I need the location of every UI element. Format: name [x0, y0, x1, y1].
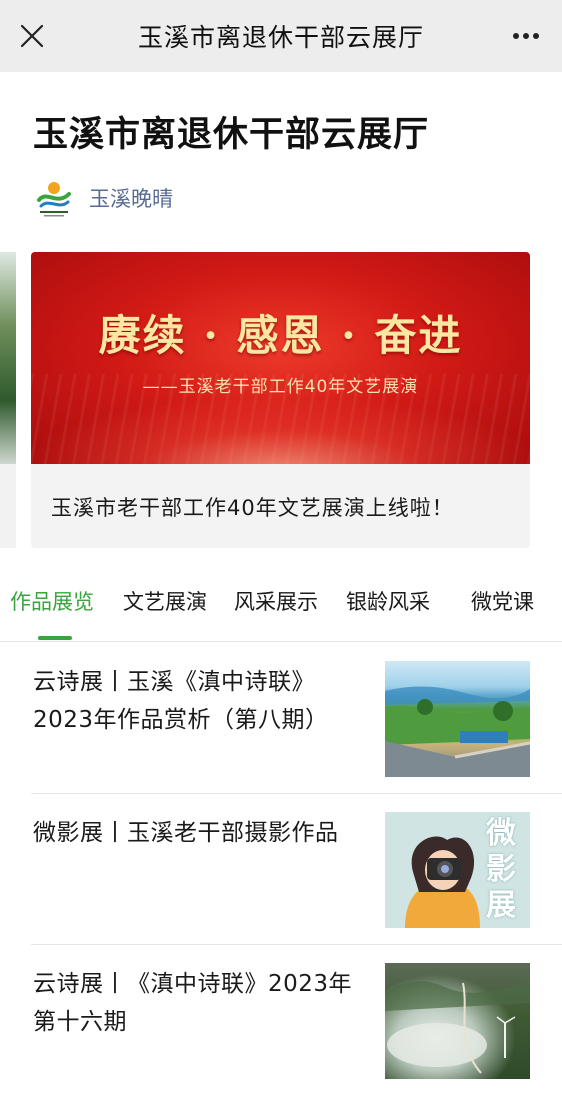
account-name: 玉溪晚晴	[89, 187, 173, 211]
list-item-thumbnail: 微影展	[385, 812, 530, 928]
close-icon[interactable]	[16, 20, 48, 52]
account-logo-icon	[37, 182, 71, 217]
list-item[interactable]: 云诗展丨玉溪《滇中诗联》2023年作品赏析（第八期）	[0, 643, 562, 793]
tab-silver-age[interactable]: 银龄风采	[346, 586, 430, 616]
topbar-title: 玉溪市离退休干部云展厅	[137, 23, 424, 52]
previous-slide-peek[interactable]	[0, 252, 16, 464]
misty-mountain-image	[385, 981, 530, 1074]
active-tab-indicator	[38, 636, 72, 640]
list-item-title: 微影展丨玉溪老干部摄影作品	[33, 820, 339, 846]
list-item-title: 云诗展丨玉溪《滇中诗联》2023年作品赏析（第八期）	[33, 669, 329, 733]
top-bar: 玉溪市离退休干部云展厅	[0, 0, 562, 72]
lakeside-park-image	[385, 686, 530, 777]
list-item-title: 云诗展丨《滇中诗联》2023年第十六期	[33, 971, 353, 1035]
previous-slide-caption-peek	[0, 464, 16, 548]
list-item-thumbnail	[385, 963, 530, 1079]
featured-carousel[interactable]: 赓续 · 感恩 · 奋进 ——玉溪老干部工作40年文艺展演 玉溪市老干部工作40…	[0, 252, 562, 548]
tab-art-performance[interactable]: 文艺展演	[123, 586, 207, 616]
tab-works-exhibition[interactable]: 作品展览	[10, 586, 94, 616]
featured-card[interactable]: 赓续 · 感恩 · 奋进 ——玉溪老干部工作40年文艺展演 玉溪市老干部工作40…	[31, 252, 530, 548]
featured-banner: 赓续 · 感恩 · 奋进 ——玉溪老干部工作40年文艺展演	[31, 252, 530, 464]
page-title: 玉溪市离退休干部云展厅	[33, 115, 430, 155]
banner-headline: 赓续 · 感恩 · 奋进	[98, 311, 463, 360]
tabs-divider	[0, 641, 562, 642]
list-item-thumbnail	[385, 661, 530, 777]
account-row[interactable]: 玉溪晚晴	[35, 178, 173, 218]
list-item[interactable]: 微影展丨玉溪老干部摄影作品 微影展	[0, 794, 562, 944]
banner-subtitle: ——玉溪老干部工作40年文艺展演	[142, 377, 419, 397]
tab-micro-party-class[interactable]: 微党课	[471, 586, 534, 616]
list-item[interactable]: 云诗展丨《滇中诗联》2023年第十六期	[0, 945, 562, 1094]
featured-caption: 玉溪市老干部工作40年文艺展演上线啦！	[51, 496, 454, 520]
category-tabs: 作品展览 文艺展演 风采展示 银龄风采 微党课	[0, 586, 562, 642]
banner-glow	[31, 400, 530, 464]
more-dots-icon[interactable]	[508, 22, 544, 50]
thumbnail-vertical-text: 微影展	[486, 816, 516, 923]
tab-style-showcase[interactable]: 风采展示	[234, 586, 318, 616]
